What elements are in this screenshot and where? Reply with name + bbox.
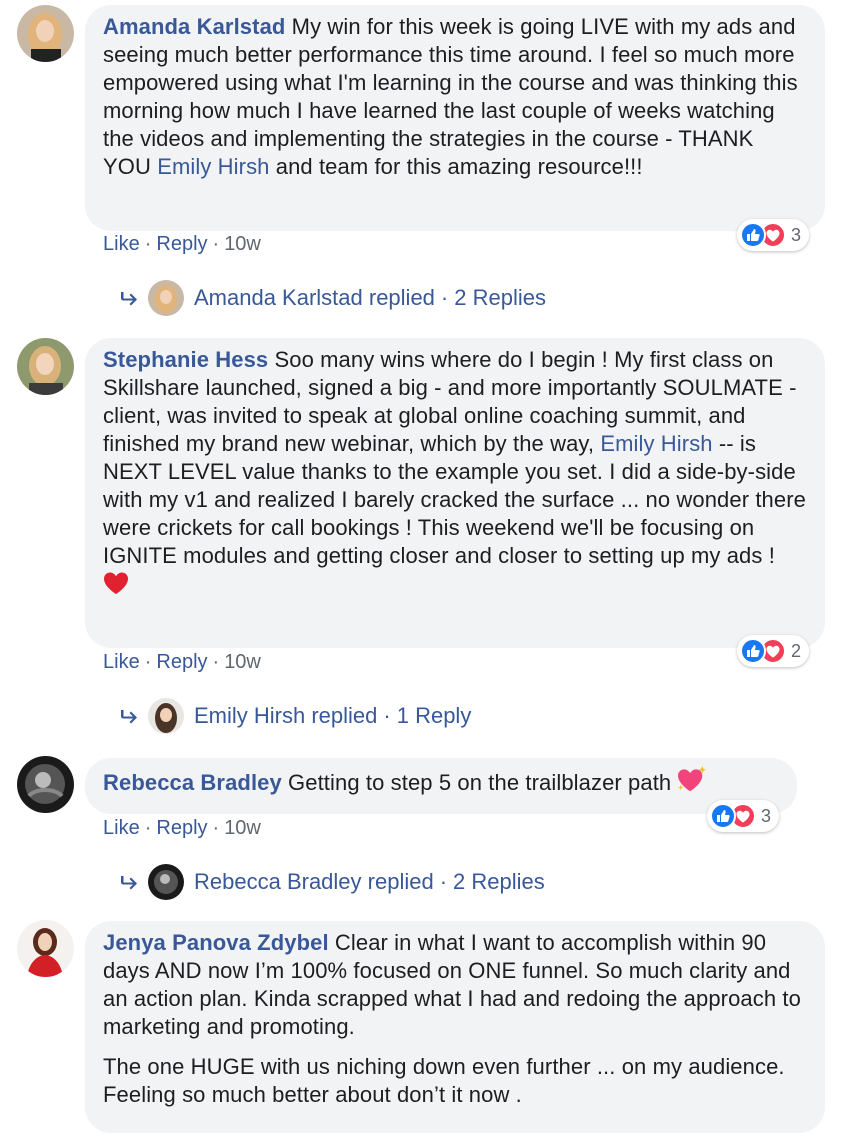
comment-author[interactable]: Jenya Panova Zdybel: [103, 930, 329, 955]
avatar[interactable]: [17, 756, 74, 813]
replied-by: Amanda Karlstad replied: [194, 285, 435, 310]
separator: ·: [439, 869, 448, 894]
like-link[interactable]: Like: [103, 651, 140, 673]
like-link[interactable]: Like: [103, 233, 140, 255]
view-replies[interactable]: Rebecca Bradley replied · 2 Replies: [118, 864, 545, 900]
comment-actions: Like · Reply · 10w: [103, 817, 261, 840]
red-heart-icon: [104, 572, 128, 595]
reaction-summary[interactable]: 2: [737, 635, 810, 667]
reply-arrow-icon: [121, 292, 137, 306]
comment-text-paragraph-2: The one HUGE with us niching down even f…: [103, 1054, 785, 1107]
separator: ·: [440, 285, 449, 310]
avatar[interactable]: [17, 5, 74, 62]
comment-text: Rebecca Bradley Getting to step 5 on the…: [103, 766, 779, 797]
reply-arrow-icon: [121, 876, 137, 890]
reaction-count: 3: [761, 805, 772, 826]
like-link[interactable]: Like: [103, 817, 140, 839]
separator: ·: [212, 651, 220, 673]
comment-author[interactable]: Stephanie Hess: [103, 347, 268, 372]
reply-link[interactable]: Reply: [156, 233, 207, 255]
timestamp[interactable]: 10w: [224, 233, 261, 255]
replies-count[interactable]: 1 Reply: [397, 703, 472, 729]
comment-actions: Like · Reply · 10w: [103, 233, 261, 256]
reaction-summary[interactable]: 3: [707, 800, 780, 832]
reaction-count: 3: [791, 224, 802, 245]
mention-link[interactable]: Emily Hirsh: [157, 154, 269, 179]
reply-link[interactable]: Reply: [156, 651, 207, 673]
replies-count[interactable]: 2 Replies: [453, 869, 545, 895]
like-reaction-icon: [710, 803, 736, 829]
separator: ·: [144, 817, 152, 839]
mention-link[interactable]: Emily Hirsh: [600, 431, 712, 456]
reply-arrow-icon: [121, 710, 137, 724]
sparkling-heart-icon: [678, 766, 707, 792]
separator: ·: [144, 233, 152, 255]
like-reaction-icon: [740, 638, 766, 664]
comment-actions: Like · Reply · 10w: [103, 651, 261, 674]
replies-count[interactable]: 2 Replies: [454, 285, 546, 311]
separator: ·: [212, 233, 220, 255]
avatar[interactable]: [17, 920, 74, 977]
timestamp[interactable]: 10w: [224, 651, 261, 673]
comment-text: Stephanie Hess Soo many wins where do I …: [103, 346, 807, 598]
comment-bubble: Stephanie Hess Soo many wins where do I …: [85, 338, 825, 648]
replied-by: Emily Hirsh replied: [194, 703, 378, 728]
reply-link[interactable]: Reply: [156, 817, 207, 839]
comment-body: Getting to step 5 on the trailblazer pat…: [288, 770, 678, 795]
comment-text: Amanda Karlstad My win for this week is …: [103, 13, 807, 181]
comment-author[interactable]: Rebecca Bradley: [103, 770, 282, 795]
view-replies[interactable]: Amanda Karlstad replied · 2 Replies: [118, 280, 546, 316]
comment-bubble: Rebecca Bradley Getting to step 5 on the…: [85, 758, 797, 814]
replier-avatar: [148, 698, 184, 734]
comment-text: Jenya Panova Zdybel Clear in what I want…: [103, 929, 807, 1041]
replier-avatar: [148, 864, 184, 900]
comment-author[interactable]: Amanda Karlstad: [103, 14, 285, 39]
comment-bubble: Jenya Panova Zdybel Clear in what I want…: [85, 921, 825, 1133]
replier-avatar: [148, 280, 184, 316]
comment-bubble: Amanda Karlstad My win for this week is …: [85, 5, 825, 231]
view-replies[interactable]: Emily Hirsh replied · 1 Reply: [118, 698, 471, 734]
separator: ·: [383, 703, 391, 728]
replied-by: Rebecca Bradley replied: [194, 869, 434, 894]
timestamp[interactable]: 10w: [224, 817, 261, 839]
separator: ·: [212, 817, 220, 839]
reaction-count: 2: [791, 640, 802, 661]
comment-body-end: and team for this amazing resource!!!: [269, 154, 643, 179]
avatar[interactable]: [17, 338, 74, 395]
separator: ·: [144, 651, 152, 673]
like-reaction-icon: [740, 222, 766, 248]
reaction-summary[interactable]: 3: [737, 219, 810, 251]
